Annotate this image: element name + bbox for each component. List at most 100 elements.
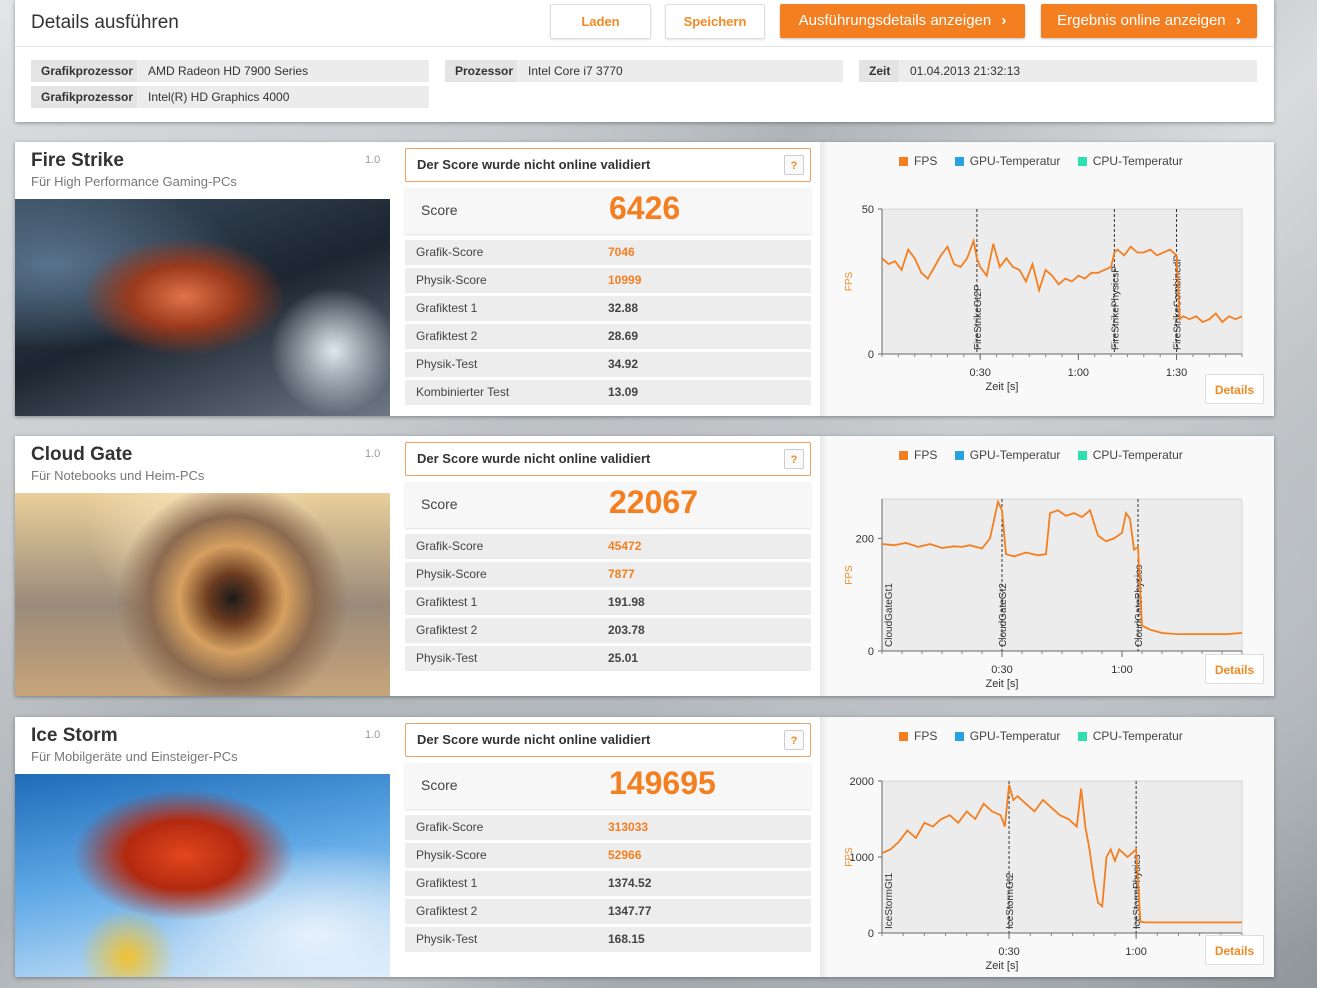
score-row-value: 28.69 — [608, 329, 639, 343]
score-value: 149695 — [609, 765, 716, 801]
header-divider — [15, 46, 1274, 47]
fps-swatch — [899, 451, 908, 460]
fps-swatch — [899, 732, 908, 741]
test-marker-label: FireStrikeGt2P — [973, 284, 984, 350]
legend-cpu-temp[interactable]: CPU-Temperatur — [1077, 154, 1183, 168]
legend-gpu-label: GPU-Temperatur — [969, 448, 1061, 462]
score-row-value: 168.15 — [608, 932, 645, 946]
score-row-label: Grafiktest 1 — [416, 301, 478, 315]
chevron-right-icon: › — [1001, 12, 1007, 29]
fps-swatch — [899, 157, 908, 166]
score-row-value: 13.09 — [608, 385, 639, 399]
gpu-label: Grafikprozessor — [31, 86, 137, 108]
y-tick-label: 200 — [856, 533, 874, 545]
legend-cpu-temp[interactable]: CPU-Temperatur — [1077, 729, 1183, 743]
legend-cpu-temp[interactable]: CPU-Temperatur — [1077, 448, 1183, 462]
score-row-value: 25.01 — [608, 651, 639, 665]
score-label: Score — [421, 777, 458, 793]
cpu-label: Prozessor — [445, 60, 517, 82]
show-result-online-label: Ergebnis online anzeigen — [1057, 12, 1226, 29]
legend-gpu-temp[interactable]: GPU-Temperatur — [954, 154, 1060, 168]
x-tick-label: 0:30 — [991, 664, 1012, 676]
legend-fps[interactable]: FPS — [899, 448, 937, 462]
test-version: 1.0 — [365, 729, 381, 741]
score-row: Grafiktest 2 1347.77 — [405, 899, 811, 924]
score-row-value: 1374.52 — [608, 876, 652, 890]
show-result-online-button[interactable]: Ergebnis online anzeigen › — [1041, 4, 1257, 38]
gpu-value: Intel(R) HD Graphics 4000 — [138, 86, 429, 108]
x-tick-label: 1:30 — [1166, 367, 1187, 379]
cpu-swatch — [1077, 732, 1087, 741]
score-row-label: Physik-Test — [416, 932, 478, 946]
test-name: Fire Strike — [31, 150, 124, 171]
chevron-right-icon: › — [1235, 12, 1241, 29]
gpu-swatch — [954, 451, 964, 460]
gpu-label: Grafikprozessor — [31, 60, 137, 82]
legend-gpu-temp[interactable]: GPU-Temperatur — [954, 448, 1061, 462]
score-box: Score 149695 — [405, 763, 811, 809]
load-button[interactable]: Laden — [550, 4, 651, 39]
legend-gpu-temp[interactable]: GPU-Temperatur — [954, 729, 1060, 743]
score-row-value: 191.98 — [608, 595, 645, 609]
score-row-value: 52966 — [608, 848, 642, 862]
score-row-label: Physik-Score — [416, 273, 487, 287]
cpu-value: Intel Core i7 3770 — [518, 60, 843, 82]
score-value: 22067 — [609, 484, 698, 520]
legend-fps-label: FPS — [914, 154, 938, 168]
score-column: Der Score wurde nicht online validiert ?… — [405, 436, 811, 696]
details-button[interactable]: Details — [1205, 935, 1264, 965]
score-row-label: Grafik-Score — [416, 820, 484, 834]
cpu-swatch — [1077, 157, 1087, 166]
help-button[interactable]: ? — [784, 155, 804, 175]
plot-background — [881, 498, 1243, 652]
score-box: Score 6426 — [405, 188, 811, 234]
x-tick-label: 1:00 — [1068, 367, 1089, 379]
validation-text: Der Score wurde nicht online validiert — [417, 732, 651, 747]
score-row-label: Physik-Test — [416, 357, 478, 371]
test-subtitle: Für Notebooks und Heim-PCs — [31, 468, 205, 483]
test-marker-label: FireStrikePhysicsP — [1110, 266, 1121, 350]
legend-cpu-label: CPU-Temperatur — [1092, 448, 1183, 462]
test-marker-label: CloudGateGt1 — [884, 583, 895, 647]
show-run-details-button[interactable]: Ausführungsdetails anzeigen › — [780, 4, 1025, 38]
score-row-value: 7046 — [608, 245, 635, 259]
details-button[interactable]: Details — [1205, 654, 1264, 684]
time-label: Zeit — [859, 60, 899, 82]
legend-fps[interactable]: FPS — [899, 729, 937, 743]
score-row-label: Grafiktest 2 — [416, 623, 478, 637]
score-row: Kombinierter Test 13.09 — [405, 380, 811, 405]
legend-fps[interactable]: FPS — [899, 154, 937, 168]
help-button[interactable]: ? — [784, 449, 804, 469]
score-row-label: Grafik-Score — [416, 539, 484, 553]
score-value: 6426 — [609, 190, 681, 226]
fps-chart-area: FPS GPU-Temperatur CPU-Temperatur 0 200 0:… — [827, 436, 1274, 696]
result-panel: Fire Strike Für High Performance Gaming-… — [15, 142, 1274, 416]
y-tick-label: 2000 — [850, 776, 874, 788]
test-version: 1.0 — [365, 154, 381, 166]
score-row-value: 7877 — [608, 567, 635, 581]
gpu-info-row-1: Grafikprozessor AMD Radeon HD 7900 Serie… — [31, 60, 429, 82]
details-button[interactable]: Details — [1205, 374, 1264, 404]
score-row-label: Physik-Score — [416, 848, 487, 862]
test-subtitle: Für Mobilgeräte und Einsteiger-PCs — [31, 749, 238, 764]
validation-notice: Der Score wurde nicht online validiert ? — [405, 723, 811, 757]
y-tick-label: 0 — [868, 646, 874, 658]
score-row-label: Grafiktest 2 — [416, 329, 478, 343]
run-details-header: Details ausführen Laden Speichern Ausfüh… — [15, 0, 1274, 122]
fps-chart-area: FPS GPU-Temperatur CPU-Temperatur 0 50 0:3… — [827, 142, 1274, 416]
score-row-value: 313033 — [608, 820, 649, 834]
save-button[interactable]: Speichern — [665, 4, 765, 39]
result-panel: Ice Storm Für Mobilgeräte und Einsteiger… — [15, 717, 1274, 977]
score-row: Physik-Test 34.92 — [405, 352, 811, 377]
y-axis-label: FPS — [844, 847, 855, 867]
gpu-value: AMD Radeon HD 7900 Series — [138, 60, 429, 82]
help-button[interactable]: ? — [784, 730, 804, 750]
cpu-swatch — [1077, 451, 1087, 460]
x-tick-label: 0:30 — [998, 946, 1019, 958]
score-row-value: 45472 — [608, 539, 642, 553]
cpu-info-row: Prozessor Intel Core i7 3770 — [445, 60, 843, 82]
score-row-label: Grafiktest 1 — [416, 876, 478, 890]
validation-text: Der Score wurde nicht online validiert — [417, 451, 651, 466]
chart-legend: FPS GPU-Temperatur CPU-Temperatur — [899, 729, 1197, 743]
score-row-value: 203.78 — [608, 623, 645, 637]
